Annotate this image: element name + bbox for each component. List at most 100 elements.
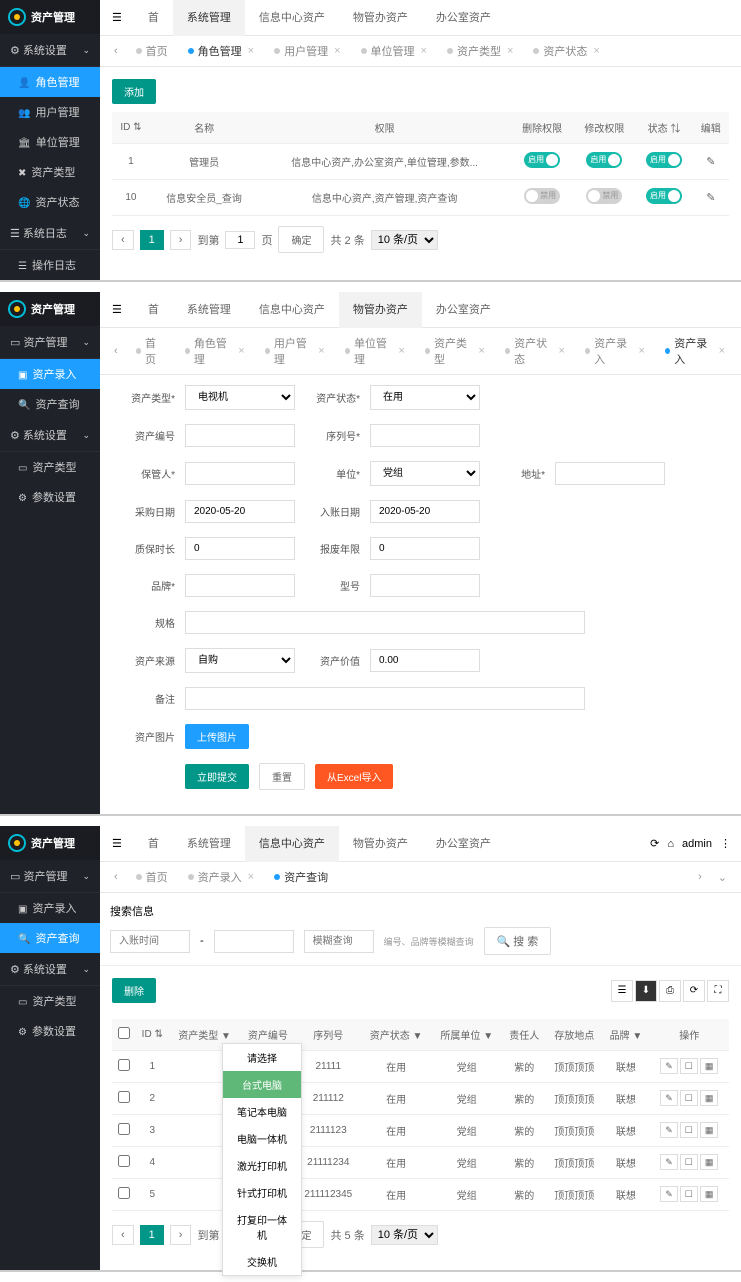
indate-input[interactable] — [370, 500, 480, 523]
sidebar-section-asset[interactable]: ▭ 资产管理 — [0, 860, 100, 893]
addr-input[interactable] — [555, 462, 665, 485]
toggle-stat[interactable]: 启用 — [646, 188, 682, 204]
search-button[interactable]: 🔍 搜 索 — [484, 927, 552, 955]
export-icon[interactable]: ⬇ — [635, 980, 657, 1002]
pager-prev[interactable]: ‹ — [112, 1225, 134, 1245]
remark-input[interactable] — [185, 687, 585, 710]
keeper-input[interactable] — [185, 462, 295, 485]
source-select[interactable]: 自购 — [185, 648, 295, 673]
pager-prev[interactable]: ‹ — [112, 230, 134, 250]
qr-icon[interactable]: ▦ — [700, 1186, 719, 1202]
pager-size[interactable]: 10 条/页 — [371, 1225, 438, 1245]
logo[interactable]: 资产管理 — [0, 292, 100, 326]
sidebar-item-unit[interactable]: 🏛单位管理 — [0, 127, 100, 157]
pager-page[interactable]: 1 — [140, 1225, 164, 1245]
sidebar-section-asset[interactable]: ▭ 资产管理 — [0, 326, 100, 359]
sidebar-item-param[interactable]: ⚙参数设置 — [0, 1016, 100, 1046]
logo[interactable]: 资产管理 — [0, 0, 100, 34]
view-icon[interactable]: ☐ — [680, 1154, 698, 1170]
warranty-input[interactable] — [185, 537, 295, 560]
topnav-info[interactable]: 信息中心资产 — [245, 0, 339, 36]
sidebar-item-query[interactable]: 🔍资产查询 — [0, 389, 100, 419]
view-icon[interactable]: ☐ — [680, 1122, 698, 1138]
th-stat[interactable]: 状态 ⇅ — [636, 112, 693, 144]
submit-button[interactable]: 立即提交 — [185, 764, 249, 789]
tab-role[interactable]: 角色管理× — [180, 40, 262, 62]
view-icon[interactable]: ☐ — [680, 1058, 698, 1074]
edit-icon[interactable]: ✎ — [660, 1122, 678, 1138]
pager-input[interactable] — [225, 231, 255, 249]
sidebar-item-type[interactable]: ✖资产类型 — [0, 157, 100, 187]
print-icon[interactable]: ⎙ — [659, 980, 681, 1002]
topnav-office[interactable]: 办公室资产 — [422, 0, 505, 36]
unit-select[interactable]: 党组 — [370, 461, 480, 486]
assetno-input[interactable] — [185, 424, 295, 447]
serial-input[interactable] — [370, 424, 480, 447]
dropdown-item[interactable]: 台式电脑 — [223, 1071, 301, 1098]
qr-icon[interactable]: ▦ — [700, 1058, 719, 1074]
menu-toggle-icon[interactable]: ☰ — [100, 11, 134, 24]
spec-input[interactable] — [185, 611, 585, 634]
sidebar-section-sys[interactable]: ⚙ 系统设置 — [0, 419, 100, 452]
toggle-stat[interactable]: 启用 — [646, 152, 682, 168]
menu-toggle-icon[interactable]: ☰ — [100, 837, 134, 850]
topnav-sys[interactable]: 系统管理 — [173, 0, 245, 36]
dropdown-item[interactable]: 电脑一体机 — [223, 1125, 301, 1152]
row-check[interactable] — [118, 1059, 130, 1071]
toggle-del[interactable]: 启用 — [524, 152, 560, 168]
more-icon[interactable]: ⋮ — [720, 837, 731, 850]
type-select[interactable]: 电视机 — [185, 385, 295, 410]
expand-icon[interactable]: ⛶ — [707, 980, 729, 1002]
tab-home[interactable]: 首页 — [128, 40, 176, 62]
tabs-menu-icon[interactable]: ⌄ — [712, 871, 733, 884]
pager-confirm[interactable]: 确定 — [278, 226, 324, 253]
tabs-left-icon[interactable]: ‹ — [108, 345, 124, 357]
topnav-sys[interactable]: 首 — [134, 0, 173, 36]
fuzzy-input[interactable] — [304, 930, 374, 953]
filter-icon[interactable]: ☰ — [611, 980, 633, 1002]
sidebar-item-type[interactable]: ▭资产类型 — [0, 452, 100, 482]
tab-user[interactable]: 用户管理× — [266, 40, 348, 62]
qr-icon[interactable]: ▦ — [700, 1090, 719, 1106]
tabs-left-icon[interactable]: ‹ — [108, 45, 124, 57]
value-input[interactable] — [370, 649, 480, 672]
dropdown-item[interactable]: 笔记本电脑 — [223, 1098, 301, 1125]
tab-status[interactable]: 资产状态× — [525, 40, 607, 62]
refresh-icon[interactable]: ⟳ — [683, 980, 705, 1002]
edit-icon[interactable]: ✎ — [706, 192, 715, 204]
sidebar-item-entry[interactable]: ▣资产录入 — [0, 893, 100, 923]
edit-icon[interactable]: ✎ — [706, 156, 715, 168]
dropdown-item[interactable]: 打复印一体机 — [223, 1206, 301, 1248]
model-input[interactable] — [370, 574, 480, 597]
sidebar-item-type[interactable]: ▭资产类型 — [0, 986, 100, 1016]
close-icon[interactable]: × — [248, 45, 254, 57]
user-label[interactable]: admin — [682, 838, 712, 850]
sidebar-item-oplog[interactable]: ☰操作日志 — [0, 250, 100, 280]
sidebar-item-role[interactable]: 👤角色管理 — [0, 67, 100, 97]
pager-page[interactable]: 1 — [140, 230, 164, 250]
th-id[interactable]: ID ⇅ — [112, 112, 150, 144]
view-icon[interactable]: ☐ — [680, 1186, 698, 1202]
edit-icon[interactable]: ✎ — [660, 1186, 678, 1202]
add-button[interactable]: 添加 — [112, 79, 156, 104]
upload-button[interactable]: 上传图片 — [185, 724, 249, 749]
tabs-right-icon[interactable]: › — [692, 871, 708, 883]
dropdown-item[interactable]: 请选择 — [223, 1044, 301, 1071]
sidebar-item-entry[interactable]: ▣资产录入 — [0, 359, 100, 389]
row-check[interactable] — [118, 1123, 130, 1135]
tab-type[interactable]: 资产类型× — [439, 40, 521, 62]
sidebar-item-query[interactable]: 🔍资产查询 — [0, 923, 100, 953]
menu-toggle-icon[interactable]: ☰ — [100, 303, 134, 316]
check-all[interactable] — [118, 1027, 130, 1039]
pager-size[interactable]: 10 条/页 — [371, 230, 438, 250]
edit-icon[interactable]: ✎ — [660, 1090, 678, 1106]
refresh-icon[interactable]: ⟳ — [650, 837, 659, 850]
pager-next[interactable]: › — [170, 1225, 192, 1245]
toggle-mod[interactable]: 启用 — [586, 152, 622, 168]
sidebar-section-system[interactable]: ⚙ 系统设置 — [0, 34, 100, 67]
tabs-left-icon[interactable]: ‹ — [108, 871, 124, 883]
row-check[interactable] — [118, 1091, 130, 1103]
row-check[interactable] — [118, 1187, 130, 1199]
date-from-input[interactable] — [110, 930, 190, 953]
toggle-mod[interactable]: 禁用 — [586, 188, 622, 204]
